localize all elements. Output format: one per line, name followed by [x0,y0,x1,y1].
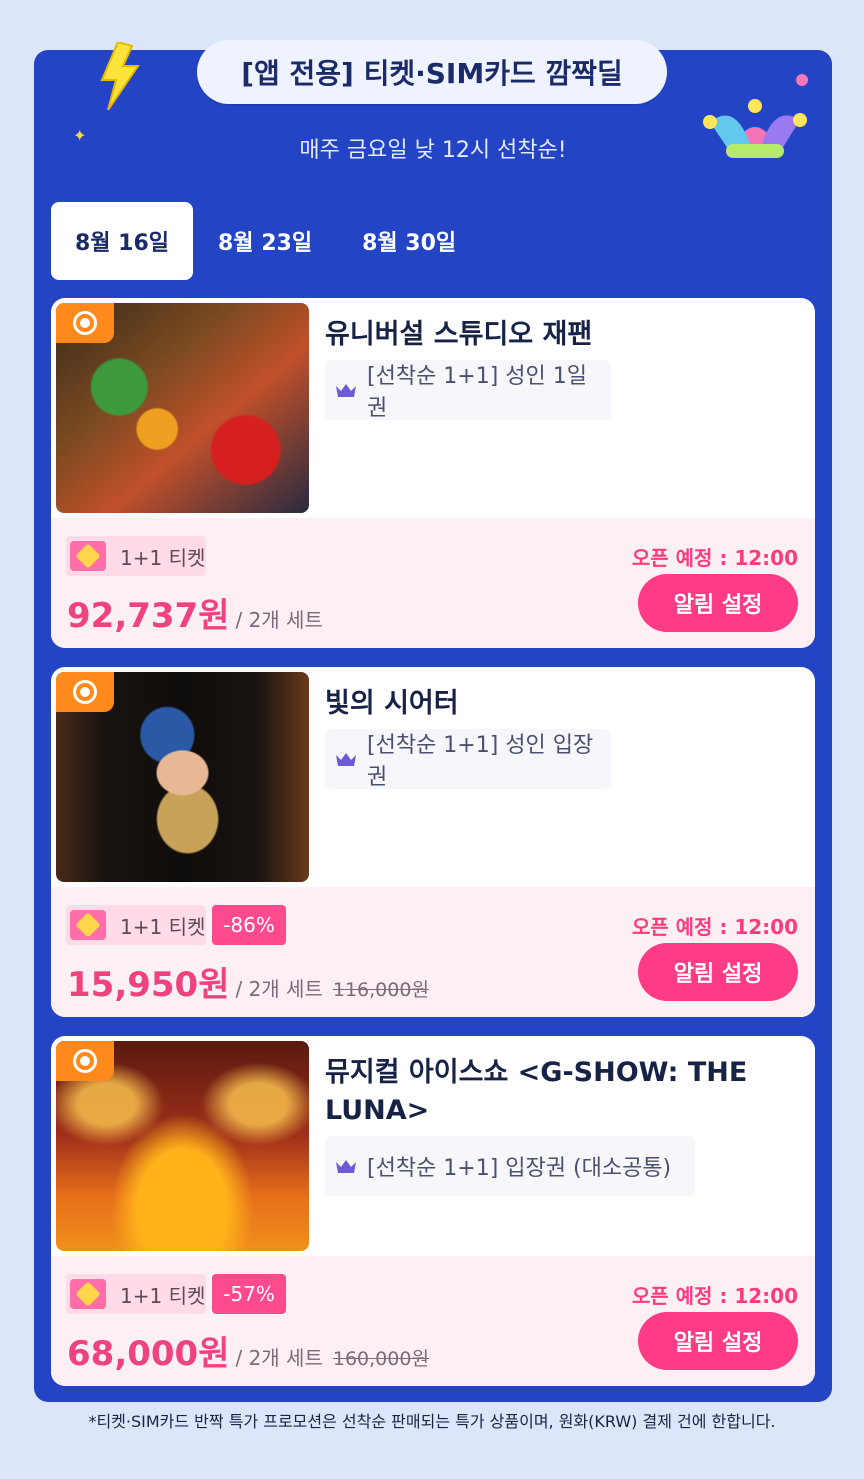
open-time: 오픈 예정 : 12:00 [631,915,798,939]
ticket-tag: 1+1 티켓 [66,1274,206,1314]
footnote: *티켓·SIM카드 반짝 특가 프로모션은 선착순 판매되는 특가 상품이며, … [88,1412,776,1431]
ticket-icon [70,541,106,571]
ticket-icon [70,910,106,940]
product-card[interactable]: 뮤지컬 아이스쇼 <G-SHOW: THE LUNA> [선착순 1+1] 입장… [51,1036,815,1386]
open-time: 오픈 예정 : 12:00 [631,546,798,570]
product-card[interactable]: 유니버설 스튜디오 재팬 [선착순 1+1] 성인 1일권 1+1 티켓 92,… [51,298,815,648]
price: 68,000원 / 2개 세트 160,000원 [67,1326,429,1375]
crown-icon [335,751,357,767]
crown-icon [335,382,357,398]
notify-button[interactable]: 알림 설정 [638,574,798,632]
tab-aug-16[interactable]: 8월 16일 [51,202,193,280]
tag-label: 1+1 티켓 [120,914,206,939]
open-time: 오픈 예정 : 12:00 [631,1284,798,1308]
page-title: [앱 전용] 티켓·SIM카드 깜짝딜 [197,40,667,104]
notify-button[interactable]: 알림 설정 [638,943,798,1001]
flower-badge-icon [56,1041,114,1081]
page-subtitle: 매주 금요일 낮 12시 선착순! [299,138,567,163]
product-title: 유니버설 스튜디오 재팬 [325,319,593,350]
product-image [56,303,309,513]
price: 92,737원 / 2개 세트 [67,588,323,637]
tag-label: 1+1 티켓 [120,1283,206,1308]
ticket-tag: 1+1 티켓 [66,905,206,945]
tag-label: 1+1 티켓 [120,545,206,570]
price-unit: / 2개 세트 [235,608,323,632]
flower-badge-icon [56,303,114,343]
discount-badge: -86% [212,905,286,945]
option-label: [선착순 1+1] 성인 1일권 [367,364,588,421]
original-price: 160,000원 [332,1348,429,1370]
ticket-tag: 1+1 티켓 [66,536,206,576]
product-option: [선착순 1+1] 성인 입장권 [325,729,611,790]
product-image [56,672,309,882]
price: 15,950원 / 2개 세트 116,000원 [67,957,429,1006]
product-title: 빛의 시어터 [325,688,459,719]
product-option: [선착순 1+1] 성인 1일권 [325,360,611,421]
tab-aug-30[interactable]: 8월 30일 [337,202,481,280]
product-option: [선착순 1+1] 입장권 (대소공통) [325,1136,695,1196]
option-label: [선착순 1+1] 입장권 (대소공통) [367,1156,672,1181]
product-card[interactable]: 빛의 시어터 [선착순 1+1] 성인 입장권 1+1 티켓 -86% 15,9… [51,667,815,1017]
lightning-bolt-icon [100,42,140,110]
option-label: [선착순 1+1] 성인 입장권 [367,733,594,790]
price-amount: 92,737원 [67,596,230,636]
tab-aug-23[interactable]: 8월 23일 [193,202,337,280]
price-amount: 15,950원 [67,965,230,1005]
crown-icon [335,1158,357,1174]
price-amount: 68,000원 [67,1334,230,1374]
original-price: 116,000원 [332,979,429,1001]
flower-badge-icon [56,672,114,712]
ticket-icon [70,1279,106,1309]
price-unit: / 2개 세트 [235,1346,323,1370]
date-tabs: 8월 16일 8월 23일 8월 30일 [51,202,481,280]
product-image [56,1041,309,1251]
notify-button[interactable]: 알림 설정 [638,1312,798,1370]
discount-badge: -57% [212,1274,286,1314]
price-unit: / 2개 세트 [235,977,323,1001]
product-title: 뮤지컬 아이스쇼 <G-SHOW: THE LUNA> [325,1057,748,1126]
